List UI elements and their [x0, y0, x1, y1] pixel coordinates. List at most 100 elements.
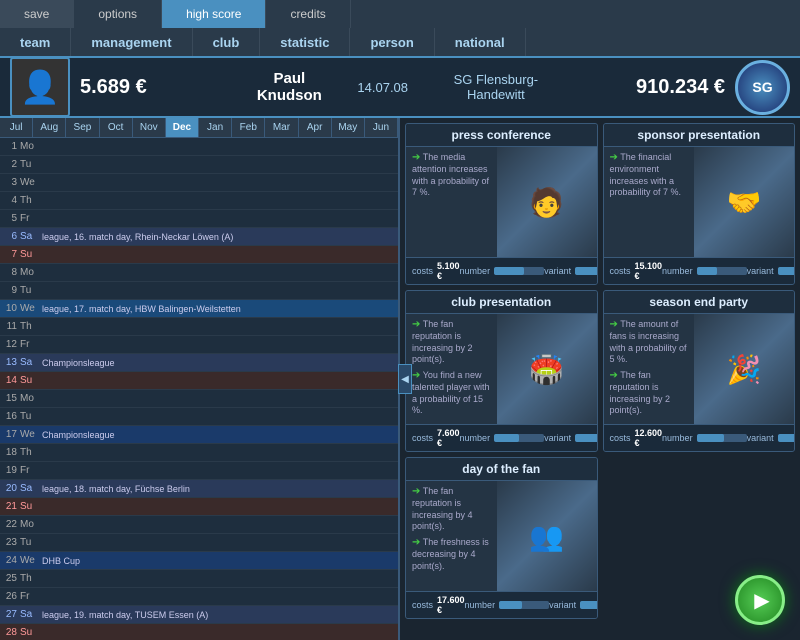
event-footer-sponsor-presentation: costs 15.100 € number variant cheap	[604, 257, 795, 284]
cal-row-16: 16Tu	[0, 408, 398, 426]
event-title-sponsor-presentation: sponsor presentation	[604, 124, 795, 147]
number-row: number	[662, 433, 747, 443]
cal-day-name: Fr	[20, 591, 42, 602]
player-name: Paul Knudson	[241, 70, 337, 104]
event-title-season-end-party: season end party	[604, 291, 795, 314]
nav-team[interactable]: team	[0, 28, 71, 56]
play-button[interactable]: ▶	[735, 575, 785, 625]
info-bar: 👤 5.689 € Paul Knudson 14.07.08 SG Flens…	[0, 58, 800, 118]
cal-day-name: Su	[20, 501, 42, 512]
cal-month-sep[interactable]: Sep	[66, 118, 99, 137]
cal-month-jan[interactable]: Jan	[199, 118, 232, 137]
cal-day-num: 22	[0, 519, 20, 530]
event-title-press-conference: press conference	[406, 124, 597, 147]
variant-row: variant cheap	[544, 433, 597, 443]
cal-day-name: Su	[20, 627, 42, 638]
variant-bar[interactable]	[778, 267, 795, 275]
cal-day-name: Tu	[20, 285, 42, 296]
nav-person[interactable]: person	[350, 28, 434, 56]
cal-row-14: 14Su	[0, 372, 398, 390]
cal-month-dec[interactable]: Dec	[166, 118, 199, 137]
cal-day-name: Fr	[20, 339, 42, 350]
costs-label: costs	[412, 266, 433, 276]
cal-month-jun[interactable]: Jun	[365, 118, 398, 137]
cal-day-name: We	[20, 429, 42, 440]
cal-month-nov[interactable]: Nov	[133, 118, 166, 137]
variant-row: variant cheap	[544, 266, 597, 276]
cal-day-name: Mo	[20, 393, 42, 404]
number-row: number	[460, 433, 545, 443]
cal-day-name: Sa	[20, 231, 42, 242]
cal-day-num: 6	[0, 231, 20, 242]
arrow-green-icon2: ➔	[610, 370, 618, 381]
cal-day-num: 25	[0, 573, 20, 584]
arrow-green-icon: ➔	[412, 319, 420, 330]
cal-event-text: league, 19. match day, TUSEM Essen (A)	[42, 610, 398, 620]
costs-value: 7.600 €	[437, 428, 460, 448]
cal-event-text: Championsleague	[42, 358, 398, 368]
event-image-press-conference: 🧑	[497, 147, 597, 257]
sg-logo: SG	[735, 60, 790, 115]
variant-label: variant	[747, 266, 774, 276]
cal-day-name: Mo	[20, 141, 42, 152]
top-nav-save[interactable]: save	[0, 0, 74, 28]
variant-bar[interactable]	[575, 267, 597, 275]
cal-day-num: 9	[0, 285, 20, 296]
nav-national[interactable]: national	[435, 28, 526, 56]
variant-bar[interactable]	[575, 434, 597, 442]
cal-day-num: 28	[0, 627, 20, 638]
nav-club[interactable]: club	[193, 28, 261, 56]
cal-month-jul[interactable]: Jul	[0, 118, 33, 137]
nav-management[interactable]: management	[71, 28, 192, 56]
scroll-left-button[interactable]: ◀	[398, 364, 412, 394]
top-nav-highscore[interactable]: high score	[162, 0, 266, 28]
variant-bar[interactable]	[580, 601, 597, 609]
cal-day-name: Su	[20, 375, 42, 386]
variant-label: variant	[747, 433, 774, 443]
number-label: number	[465, 600, 496, 610]
cal-month-aug[interactable]: Aug	[33, 118, 66, 137]
cal-month-may[interactable]: May	[332, 118, 365, 137]
cal-month-oct[interactable]: Oct	[100, 118, 133, 137]
costs-label: costs	[610, 266, 631, 276]
cal-day-name: Mo	[20, 519, 42, 530]
event-title-club-presentation: club presentation	[406, 291, 597, 314]
variant-row: variant cheap	[549, 600, 597, 610]
date: 14.07.08	[357, 80, 408, 95]
event-card-season-end-party: season end party ➔ The amount of fans is…	[603, 290, 796, 452]
cal-month-apr[interactable]: Apr	[299, 118, 332, 137]
event-title-day-of-the-fan: day of the fan	[406, 458, 597, 481]
cal-event-text: league, 18. match day, Füchse Berlin	[42, 484, 398, 494]
cal-row-19: 19Fr	[0, 462, 398, 480]
event-card-club-presentation: club presentation ➔ The fan reputation i…	[405, 290, 598, 452]
costs-value: 5.100 €	[437, 261, 460, 281]
event-footer-day-of-the-fan: costs 17.600 € number variant cheap	[406, 591, 597, 618]
event-info-club-presentation: ➔ The fan reputation is increasing by 2 …	[406, 314, 497, 424]
top-nav-credits[interactable]: credits	[266, 0, 350, 28]
top-nav-options[interactable]: options	[74, 0, 162, 28]
costs-value: 17.600 €	[437, 595, 465, 615]
main-content: JulAugSepOctNovDecJanFebMarAprMayJun 1Mo…	[0, 118, 800, 640]
cal-row-21: 21Su	[0, 498, 398, 516]
cal-day-name: Fr	[20, 213, 42, 224]
cal-day-num: 20	[0, 483, 20, 494]
cal-day-name: Th	[20, 447, 42, 458]
variant-bar[interactable]	[778, 434, 795, 442]
cal-day-num: 2	[0, 159, 20, 170]
nav-statistic[interactable]: statistic	[260, 28, 350, 56]
number-bar	[697, 434, 747, 442]
cal-row-23: 23Tu	[0, 534, 398, 552]
costs-row: costs 5.100 €	[412, 261, 460, 281]
cal-day-name: Sa	[20, 609, 42, 620]
number-label: number	[662, 433, 693, 443]
costs-value: 15.100 €	[635, 261, 663, 281]
event-image-season-end-party: 🎉	[694, 314, 794, 424]
cal-day-num: 21	[0, 501, 20, 512]
cal-month-mar[interactable]: Mar	[265, 118, 298, 137]
cal-row-7: 7Su	[0, 246, 398, 264]
number-bar	[494, 434, 544, 442]
cal-row-3: 3We	[0, 174, 398, 192]
cal-month-feb[interactable]: Feb	[232, 118, 265, 137]
cal-event-text: DHB Cup	[42, 556, 398, 566]
arrow-green-icon: ➔	[412, 486, 420, 497]
